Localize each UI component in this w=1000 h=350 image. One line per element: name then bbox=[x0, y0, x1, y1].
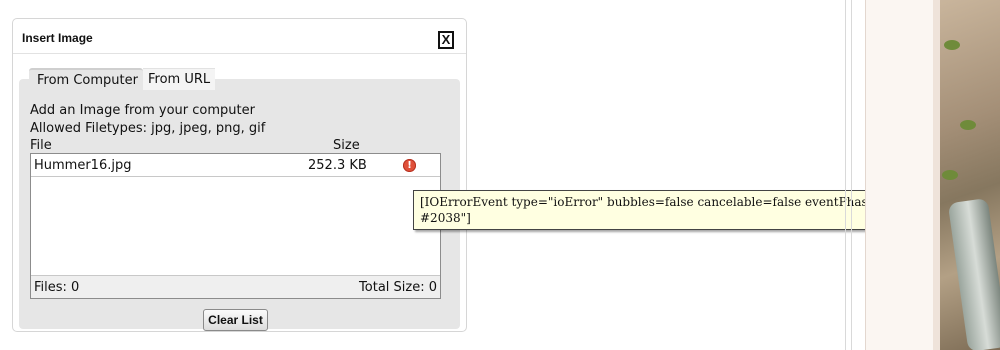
files-count: Files: 0 bbox=[34, 280, 80, 295]
tab-from-computer[interactable]: From Computer bbox=[29, 68, 143, 90]
tab-from-url[interactable]: From URL bbox=[143, 68, 215, 90]
leaf-shape bbox=[942, 170, 958, 180]
leaf-shape bbox=[944, 40, 960, 50]
intro-text: Add an Image from your computer bbox=[30, 103, 255, 118]
clear-list-button[interactable]: Clear List bbox=[203, 309, 268, 331]
leaf-shape bbox=[960, 120, 976, 130]
file-list-footer: Files: 0 Total Size: 0 bbox=[31, 275, 440, 298]
close-button[interactable]: X bbox=[438, 31, 454, 49]
page-divider bbox=[851, 0, 852, 350]
dialog-title: Insert Image bbox=[22, 31, 93, 45]
column-header-size: Size bbox=[333, 138, 360, 153]
file-row[interactable]: Hummer16.jpg 252.3 KB ! bbox=[31, 154, 440, 177]
file-name: Hummer16.jpg bbox=[34, 158, 132, 173]
file-list[interactable]: Hummer16.jpg 252.3 KB ! Files: 0 Total S… bbox=[30, 153, 441, 299]
total-size: Total Size: 0 bbox=[359, 280, 437, 295]
page-side-rail bbox=[865, 0, 934, 350]
page-divider bbox=[845, 0, 846, 350]
title-divider bbox=[13, 53, 466, 54]
error-icon[interactable]: ! bbox=[403, 159, 416, 172]
allowed-filetypes-text: Allowed Filetypes: jpg, jpeg, png, gif bbox=[30, 121, 266, 136]
branch-shape bbox=[947, 197, 1000, 350]
insert-image-dialog: Insert Image X From Computer From URL Ad… bbox=[12, 18, 467, 332]
file-size: 252.3 KB bbox=[308, 158, 367, 173]
column-header-file: File bbox=[30, 138, 52, 153]
bird-photo bbox=[940, 0, 1000, 350]
